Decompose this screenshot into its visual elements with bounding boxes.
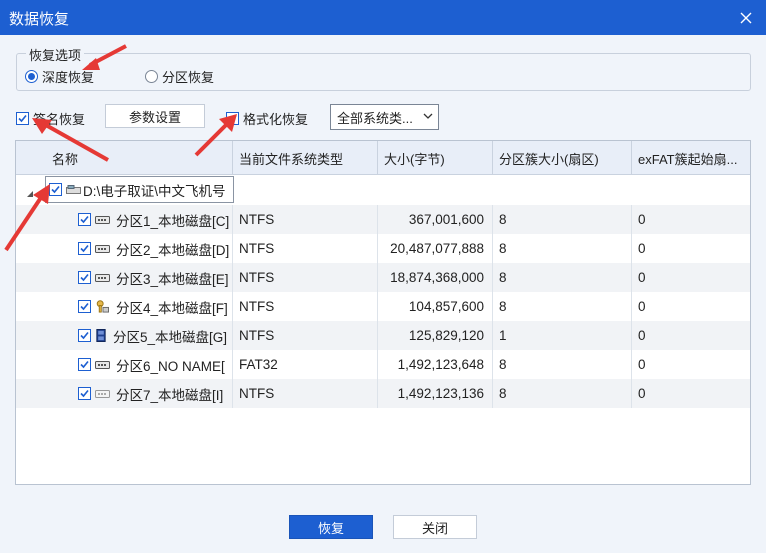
- drive-icon: [95, 244, 112, 254]
- recovery-options-group: [16, 53, 751, 91]
- key-drive-icon: [95, 300, 112, 313]
- exfat-start-cell: 0: [638, 299, 646, 314]
- close-icon[interactable]: [726, 0, 766, 35]
- cluster-size-cell: 8: [493, 292, 632, 321]
- partition-name: 分区7_本地磁盘[I]: [116, 387, 224, 403]
- deep-recovery-label: 深度恢复: [42, 70, 95, 85]
- checkbox-checked-icon[interactable]: [78, 271, 91, 284]
- size-cell: 18,874,368,000: [378, 263, 493, 292]
- checkbox-checked-icon[interactable]: [78, 213, 91, 226]
- deep-recovery-radio[interactable]: 深度恢复: [25, 67, 94, 86]
- exfat-start-cell: 0: [638, 270, 646, 285]
- recovery-options-label: 恢复选项: [26, 45, 85, 64]
- drive-icon: [95, 360, 112, 370]
- fs-type-cell: NTFS: [233, 379, 378, 408]
- partition-name-cell: 分区5_本地磁盘[G]: [16, 321, 233, 350]
- partition-recovery-radio[interactable]: 分区恢复: [145, 67, 214, 86]
- params-settings-button[interactable]: 参数设置: [105, 104, 205, 128]
- column-header-cluster-size[interactable]: 分区簇大小(扇区): [493, 141, 632, 175]
- partition-name-cell: 分区1_本地磁盘[C]: [16, 205, 233, 234]
- checkbox-checked-icon[interactable]: [78, 300, 91, 313]
- partition-name-cell: 分区3_本地磁盘[E]: [16, 263, 233, 292]
- fs-type-cell: NTFS: [233, 234, 378, 263]
- table-row[interactable]: 分区5_本地磁盘[G] NTFS 125,829,120 1 0: [16, 321, 750, 350]
- partition-name-cell: 分区2_本地磁盘[D]: [16, 234, 233, 263]
- format-recovery-label: 格式化恢复: [243, 112, 309, 127]
- fs-type-cell: NTFS: [233, 321, 378, 350]
- size-cell: 1,492,123,136: [378, 379, 493, 408]
- root-node-box[interactable]: D:\电子取证\中文飞机号: [45, 176, 234, 203]
- partition-name-cell: 分区4_本地磁盘[F]: [16, 292, 233, 321]
- format-recovery-checkbox[interactable]: 格式化恢复: [226, 109, 308, 128]
- size-cell: 125,829,120: [378, 321, 493, 350]
- checkbox-checked-icon[interactable]: [78, 242, 91, 255]
- size-cell: 367,001,600: [378, 205, 493, 234]
- partition-name-cell: 分区7_本地磁盘[I]: [16, 379, 233, 408]
- table-row[interactable]: 分区7_本地磁盘[I] NTFS 1,492,123,136 8 0: [16, 379, 750, 408]
- title-bar: 数据恢复: [0, 0, 766, 35]
- table-row[interactable]: 分区2_本地磁盘[D] NTFS 20,487,077,888 8 0: [16, 234, 750, 263]
- checkbox-checked-icon[interactable]: [78, 358, 91, 371]
- tree-root-row[interactable]: D:\电子取证\中文飞机号: [16, 176, 750, 205]
- table-row[interactable]: 分区3_本地磁盘[E] NTFS 18,874,368,000 8 0: [16, 263, 750, 292]
- exfat-start-cell: 0: [638, 212, 646, 227]
- cluster-size-cell: 1: [493, 321, 632, 350]
- chevron-down-icon: [423, 113, 433, 119]
- size-cell: 1,492,123,648: [378, 350, 493, 379]
- fs-type-cell: NTFS: [233, 205, 378, 234]
- radio-unselected-icon: [145, 70, 158, 83]
- checkbox-checked-icon[interactable]: [49, 183, 62, 196]
- fs-type-cell: NTFS: [233, 292, 378, 321]
- drive-icon: [95, 273, 112, 283]
- column-header-name[interactable]: 名称: [16, 141, 233, 175]
- fs-type-cell: NTFS: [233, 263, 378, 292]
- exfat-start-cell: 0: [638, 386, 646, 401]
- drive-light-icon: [95, 389, 112, 399]
- checkbox-checked-icon: [226, 112, 239, 125]
- partition-grid: 名称 当前文件系统类型 大小(字节) 分区簇大小(扇区) exFAT簇起始扇..…: [15, 140, 751, 485]
- checkbox-checked-icon[interactable]: [78, 329, 91, 342]
- radio-selected-icon: [25, 70, 38, 83]
- tree-collapse-icon[interactable]: [26, 186, 34, 197]
- fs-type-cell: FAT32: [233, 350, 378, 379]
- exfat-start-cell: 0: [638, 357, 646, 372]
- cluster-size-cell: 8: [493, 350, 632, 379]
- filesystem-type-combo[interactable]: 全部系统类...: [330, 104, 439, 130]
- recover-button[interactable]: 恢复: [289, 515, 373, 539]
- size-cell: 20,487,077,888: [378, 234, 493, 263]
- drive-icon: [95, 215, 112, 225]
- partition-recovery-label: 分区恢复: [162, 70, 215, 85]
- filesystem-type-value: 全部系统类...: [337, 110, 413, 126]
- partition-name: 分区5_本地磁盘[G]: [113, 329, 228, 345]
- column-header-exfat-start[interactable]: exFAT簇起始扇...: [632, 141, 750, 175]
- table-row[interactable]: 分区4_本地磁盘[F] NTFS 104,857,600 8 0: [16, 292, 750, 321]
- cluster-size-cell: 8: [493, 205, 632, 234]
- table-row[interactable]: 分区6_NO NAME[ FAT32 1,492,123,648 8 0: [16, 350, 750, 379]
- chip-drive-icon: [95, 329, 109, 342]
- partition-name-cell: 分区6_NO NAME[: [16, 350, 233, 379]
- grid-header: 名称 当前文件系统类型 大小(字节) 分区簇大小(扇区) exFAT簇起始扇..…: [16, 141, 750, 175]
- checkbox-checked-icon: [16, 112, 29, 125]
- partition-name: 分区3_本地磁盘[E]: [116, 271, 229, 287]
- cluster-size-cell: 8: [493, 379, 632, 408]
- cluster-size-cell: 8: [493, 263, 632, 292]
- partition-name: 分区6_NO NAME[: [116, 358, 225, 374]
- checkbox-checked-icon[interactable]: [78, 387, 91, 400]
- partition-name: 分区4_本地磁盘[F]: [116, 300, 228, 316]
- partition-name: 分区1_本地磁盘[C]: [116, 213, 230, 229]
- signature-recovery-checkbox[interactable]: 签名恢复: [16, 109, 85, 128]
- table-row[interactable]: 分区1_本地磁盘[C] NTFS 367,001,600 8 0: [16, 205, 750, 234]
- signature-recovery-label: 签名恢复: [33, 112, 86, 127]
- exfat-start-cell: 0: [638, 241, 646, 256]
- close-button[interactable]: 关闭: [393, 515, 477, 539]
- exfat-start-cell: 0: [638, 328, 646, 343]
- column-header-fs-type[interactable]: 当前文件系统类型: [233, 141, 378, 175]
- root-node-label: D:\电子取证\中文飞机号: [83, 183, 226, 199]
- column-header-size[interactable]: 大小(字节): [378, 141, 493, 175]
- cluster-size-cell: 8: [493, 234, 632, 263]
- disk-image-icon: [66, 184, 81, 194]
- size-cell: 104,857,600: [378, 292, 493, 321]
- window-title: 数据恢复: [9, 11, 70, 28]
- partition-name: 分区2_本地磁盘[D]: [116, 242, 230, 258]
